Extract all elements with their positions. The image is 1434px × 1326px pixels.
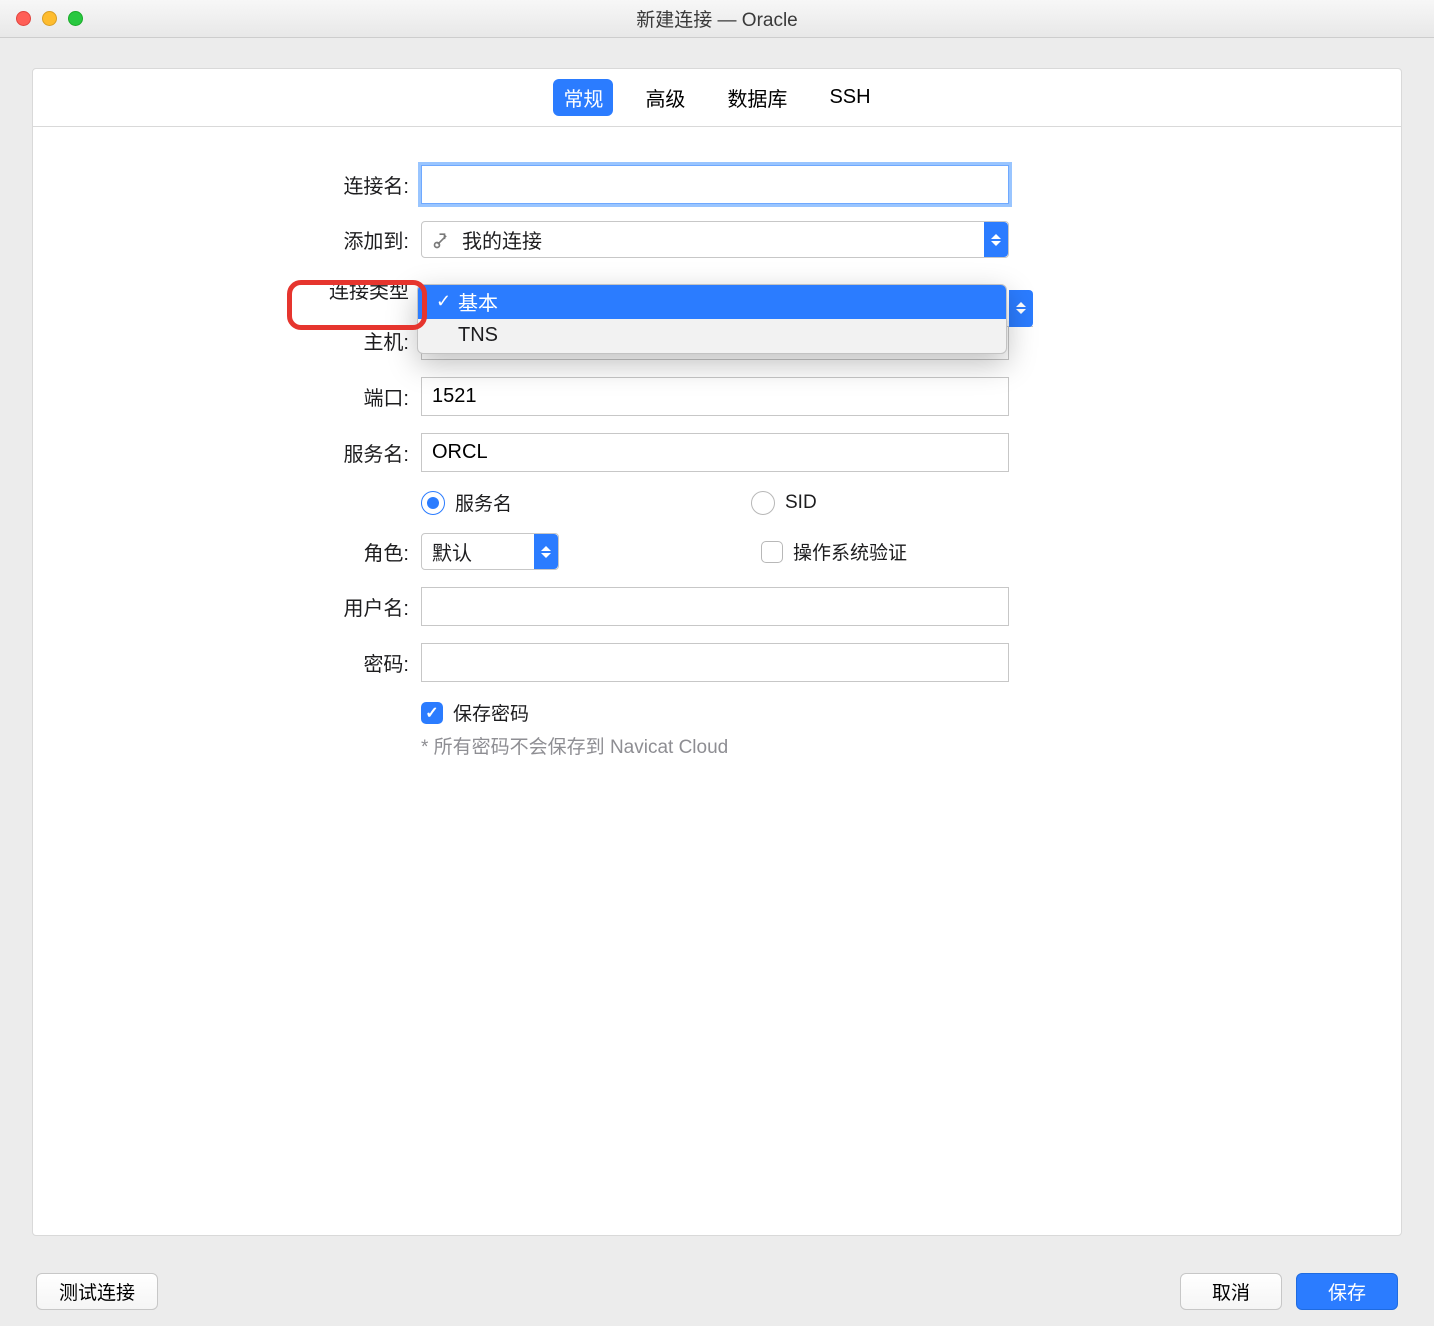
- connection-name-input[interactable]: [421, 165, 1009, 204]
- role-select[interactable]: 默认: [421, 533, 559, 570]
- form: 连接名: 添加到: 我的连接: [33, 127, 1401, 759]
- tab-advanced[interactable]: 高级: [635, 79, 695, 116]
- radio-sid-label: SID: [785, 492, 817, 514]
- window-title: 新建连接 — Oracle: [0, 5, 1434, 32]
- label-service-name: 服务名:: [33, 438, 421, 467]
- label-connection-name: 连接名:: [33, 170, 421, 199]
- save-password-label: 保存密码: [453, 699, 529, 726]
- service-name-input[interactable]: [421, 433, 1009, 472]
- add-to-select[interactable]: 我的连接: [421, 221, 1009, 258]
- dropdown-item-label: 基本: [458, 287, 498, 316]
- add-to-value: 我的连接: [462, 225, 542, 254]
- radio-service-name-label: 服务名: [455, 489, 512, 516]
- chevron-updown-icon: [534, 534, 558, 569]
- footer: 测试连接 取消 保存: [0, 1256, 1434, 1326]
- tab-ssh[interactable]: SSH: [819, 82, 880, 113]
- dropdown-item-tns[interactable]: TNS: [418, 319, 1006, 353]
- minimize-window-icon[interactable]: [42, 11, 57, 26]
- os-auth-checkbox[interactable]: [761, 541, 783, 563]
- save-button[interactable]: 保存: [1296, 1273, 1398, 1310]
- connection-type-dropdown: ✓ 基本 TNS: [417, 284, 1007, 354]
- zoom-window-icon[interactable]: [68, 11, 83, 26]
- label-add-to: 添加到:: [33, 225, 421, 254]
- os-auth-label: 操作系统验证: [793, 538, 907, 565]
- label-username: 用户名:: [33, 592, 421, 621]
- tabs-row: 常规 高级 数据库 SSH: [33, 69, 1401, 127]
- radio-service-name[interactable]: [421, 491, 445, 515]
- dropdown-item-label: TNS: [458, 324, 498, 347]
- settings-panel: 常规 高级 数据库 SSH 连接名: 添加到:: [32, 68, 1402, 1236]
- dropdown-item-basic[interactable]: ✓ 基本: [418, 285, 1006, 319]
- port-input[interactable]: [421, 377, 1009, 416]
- username-input[interactable]: [421, 587, 1009, 626]
- label-port: 端口:: [33, 382, 421, 411]
- chevron-updown-icon: [1009, 290, 1033, 327]
- check-icon: ✓: [436, 291, 458, 312]
- label-connection-type: 连接类型: [33, 275, 421, 304]
- test-connection-button[interactable]: 测试连接: [36, 1273, 158, 1310]
- label-password: 密码:: [33, 648, 421, 677]
- label-host: 主机:: [33, 326, 421, 355]
- tab-general[interactable]: 常规: [553, 79, 613, 116]
- label-role: 角色:: [33, 537, 421, 566]
- password-input[interactable]: [421, 643, 1009, 682]
- role-value: 默认: [432, 537, 472, 566]
- cancel-button[interactable]: 取消: [1180, 1273, 1282, 1310]
- close-window-icon[interactable]: [16, 11, 31, 26]
- password-hint: * 所有密码不会保存到 Navicat Cloud: [421, 732, 1009, 759]
- traffic-lights: [0, 11, 83, 26]
- titlebar: 新建连接 — Oracle: [0, 0, 1434, 38]
- radio-sid[interactable]: [751, 491, 775, 515]
- save-password-checkbox[interactable]: ✓: [421, 702, 443, 724]
- plug-icon: [432, 230, 452, 250]
- chevron-updown-icon: [984, 222, 1008, 257]
- tab-database[interactable]: 数据库: [717, 79, 797, 116]
